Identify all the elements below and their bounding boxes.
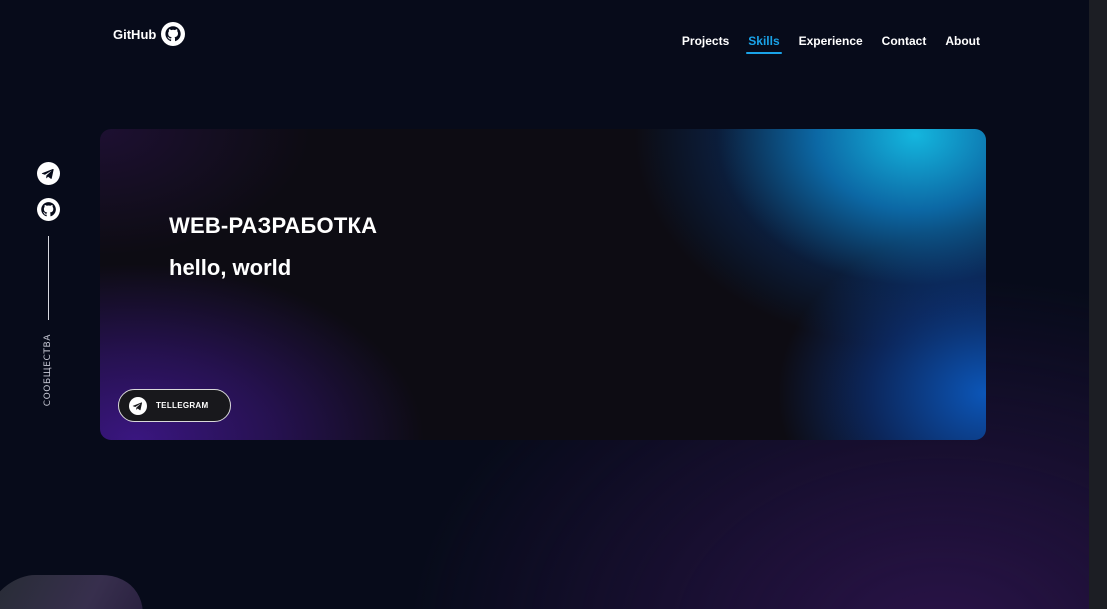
- nav-projects[interactable]: Projects: [682, 34, 729, 48]
- github-icon[interactable]: [36, 198, 60, 221]
- nav-contact[interactable]: Contact: [882, 34, 927, 48]
- window-edge: [1089, 0, 1107, 609]
- github-icon: [161, 22, 186, 46]
- nav-experience[interactable]: Experience: [799, 34, 863, 48]
- nav-skills[interactable]: Skills: [746, 34, 783, 54]
- hero-card: WEB-РАЗРАБОТКА hello, world TELLEGRAM: [100, 129, 986, 440]
- sidebar-divider: [47, 236, 49, 320]
- logo-text: GitHub: [113, 26, 157, 42]
- telegram-button-label: TELLEGRAM: [156, 401, 209, 410]
- main-nav: Projects Skills Experience Contact About: [682, 34, 980, 54]
- hero-title: WEB-РАЗРАБОТКА: [169, 213, 378, 238]
- decorative-shape: [0, 575, 161, 609]
- hero-subtitle: hello, world: [169, 255, 292, 280]
- social-sidebar: СООБЩЕСТВА: [36, 162, 60, 406]
- sidebar-label: СООБЩЕСТВА: [43, 334, 53, 407]
- nav-about[interactable]: About: [945, 34, 980, 48]
- logo[interactable]: GitHub: [113, 22, 186, 46]
- telegram-icon[interactable]: [36, 162, 60, 185]
- telegram-icon: [129, 396, 147, 415]
- telegram-button[interactable]: TELLEGRAM: [118, 389, 231, 422]
